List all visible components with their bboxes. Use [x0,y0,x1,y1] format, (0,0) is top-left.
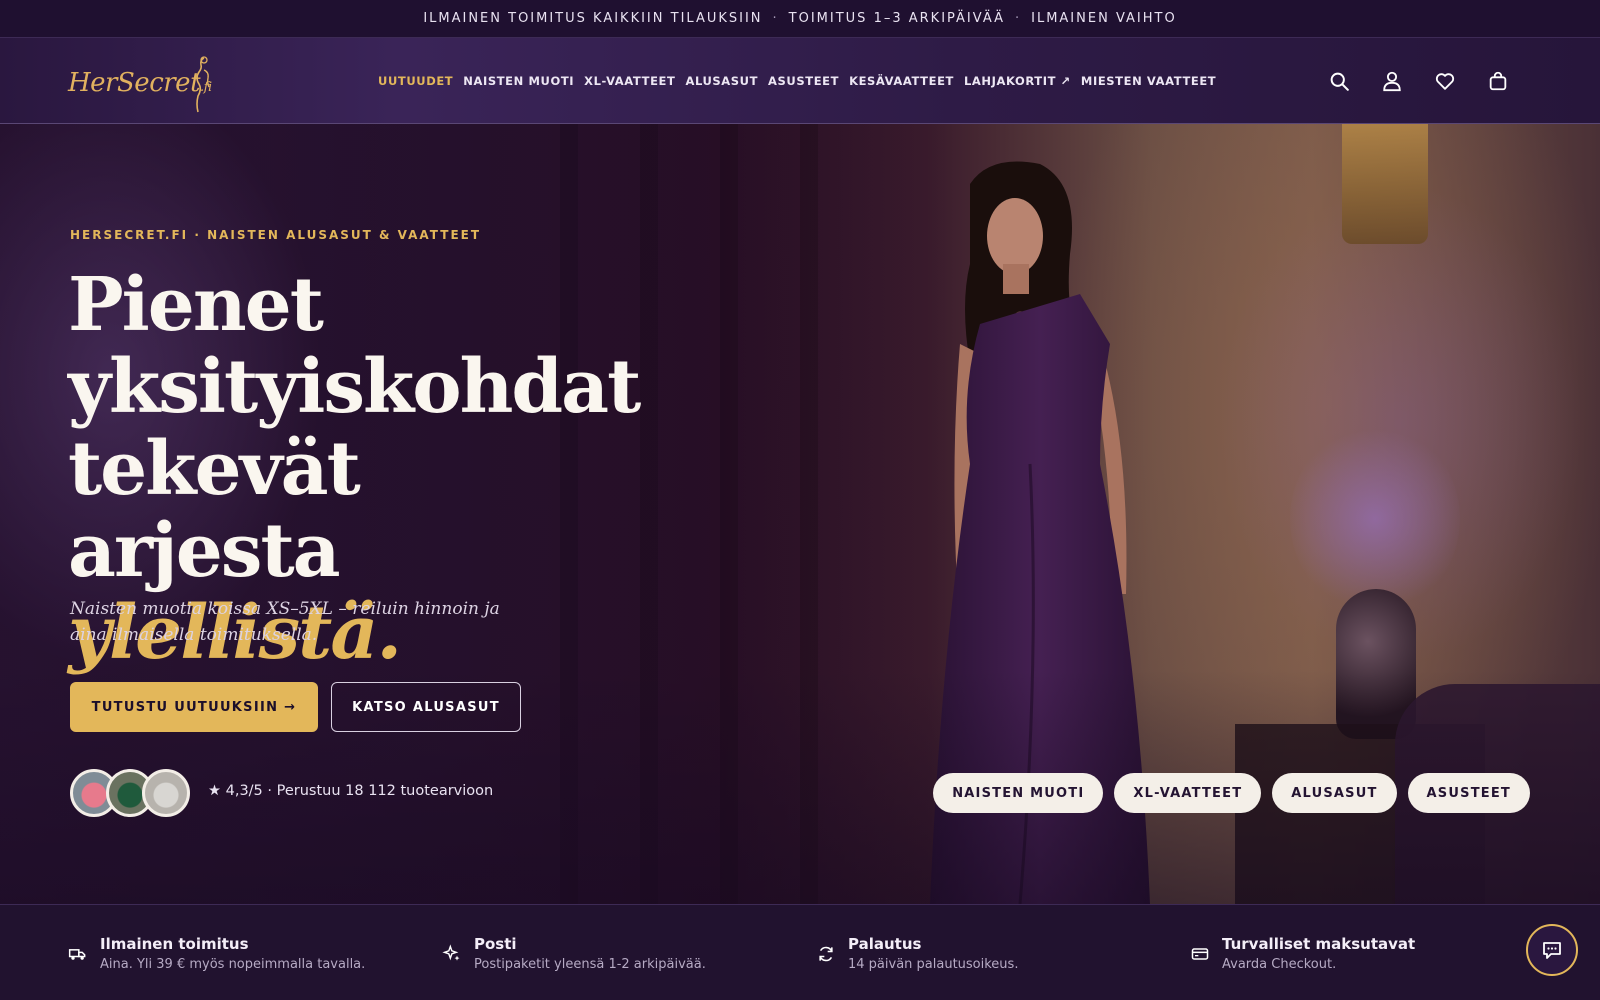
nav-item-asusteet[interactable]: ASUSTEET [768,74,839,88]
account-icon[interactable] [1380,69,1404,93]
logo[interactable]: HerSecret.fi [68,52,218,114]
category-chips: NAISTEN MUOTI XL-VAATTEET ALUSASUT ASUST… [933,773,1530,813]
cart-icon[interactable] [1486,69,1510,93]
rating-summary: ★ 4,3/5 · Perustuu 18 112 tuotearvioon [208,783,494,799]
nav-item-miesten-vaatteet[interactable]: MIESTEN VAATTEET [1081,74,1216,88]
chip-alusasut[interactable]: ALUSASUT [1272,773,1397,813]
usp-title: Palautus [848,935,922,953]
announcement-item: ILMAINEN TOIMITUS KAIKKIIN TILAUKSIIN [423,11,763,26]
chat-icon [1543,942,1561,959]
site-header: HerSecret.fi UUTUUDET NAISTEN MUOTI XL-V… [0,38,1600,124]
usp-free-shipping: Ilmainen toimitus Aina. Yli 39 € myös no… [68,935,365,972]
usp-returns: Palautus 14 päivän palautusoikeus. [816,935,1018,972]
usp-subtitle: 14 päivän palautusoikeus. [848,957,1019,972]
usp-title: Turvalliset maksutavat [1222,935,1416,953]
announcement-separator: · [1014,11,1022,26]
hero-kicker: HERSECRET.FI · NAISTEN ALUSASUT & VAATTE… [70,228,482,242]
nav-item-lahjakortit[interactable]: LAHJAKORTIT ↗ [964,74,1071,88]
usp-bar: Ilmainen toimitus Aina. Yli 39 € myös no… [0,904,1600,1000]
refresh-icon [819,946,833,962]
customer-avatars [70,769,190,817]
sparkle-icon [442,944,460,961]
nav-item-naisten-muoti[interactable]: NAISTEN MUOTI [463,74,574,88]
usp-title: Ilmainen toimitus [100,935,249,953]
logo-wordmark: HerSecret [68,68,201,98]
nav-item-uutuudet[interactable]: UUTUUDET [378,74,453,88]
usp-subtitle: Avarda Checkout. [1222,957,1337,972]
usp-subtitle: Aina. Yli 39 € myös nopeimmalla tavalla. [100,957,366,972]
main-nav: UUTUUDET NAISTEN MUOTI XL-VAATTEET ALUSA… [378,38,1226,124]
chip-asusteet[interactable]: ASUSTEET [1407,773,1530,813]
search-icon[interactable] [1327,69,1351,93]
wishlist-icon[interactable] [1433,69,1457,93]
hero-section: HERSECRET.FI · NAISTEN ALUSASUT & VAATTE… [0,124,1600,904]
nav-item-alusasut[interactable]: ALUSASUT [685,74,758,88]
avatar [142,769,190,817]
header-actions [1327,38,1510,124]
announcement-bar: ILMAINEN TOIMITUS KAIKKIIN TILAUKSIIN · … [0,0,1600,38]
chat-button[interactable] [1526,924,1578,976]
explore-new-arrivals-button[interactable]: TUTUSTU UUTUUKSIIN → [70,682,318,732]
usp-subtitle: Postipaketit yleensä 1-2 arkipäivää. [474,957,706,972]
nav-item-xl-vaatteet[interactable]: XL-VAATTEET [584,74,675,88]
usp-payments: Turvalliset maksutavat Avarda Checkout. [1190,935,1415,972]
announcement-separator: · [772,11,779,26]
view-lingerie-button[interactable]: KATSO ALUSASUT [331,682,521,732]
headline-main: Pienet yksityiskohdat tekevät arjesta [68,262,641,594]
usp-posti: Posti Postipaketit yleensä 1-2 arkipäivä… [442,935,706,972]
chip-xl-vaatteet[interactable]: XL-VAATTEET [1114,773,1262,813]
card-icon [1191,948,1209,960]
logo-figure-icon [196,56,210,113]
nav-item-kesavaatteet[interactable]: KESÄVAATTEET [849,74,954,88]
chip-naisten-muoti[interactable]: NAISTEN MUOTI [933,773,1104,813]
usp-title: Posti [474,935,517,953]
announcement-item: ILMAINEN VAIHTO [1031,11,1177,26]
truck-icon [68,949,86,960]
hero-subline: Naisten muotia koissa XS–5XL – reiluin h… [70,599,500,645]
announcement-item: TOIMITUS 1–3 ARKIPÄIVÄÄ [788,11,1005,26]
